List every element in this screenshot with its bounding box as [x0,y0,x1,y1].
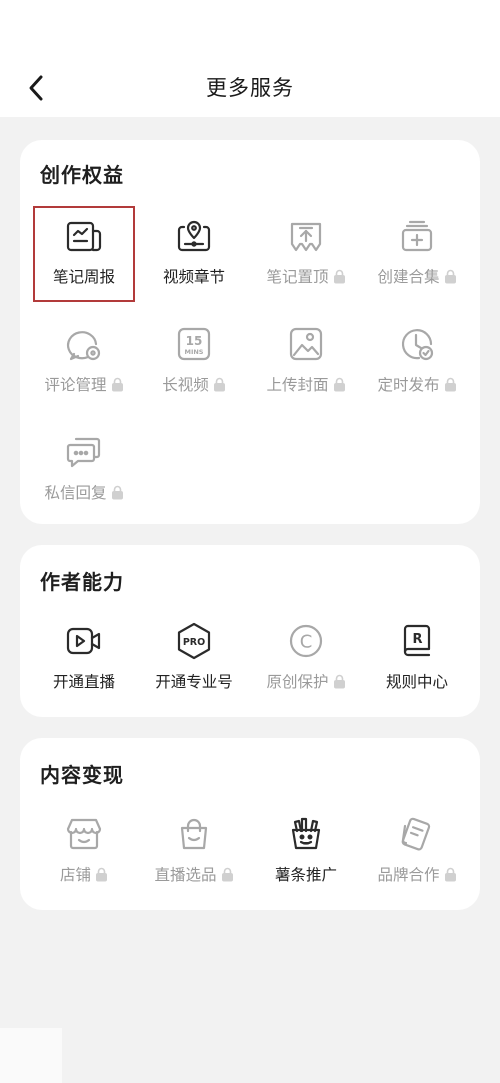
lock-icon [333,674,345,688]
corner-overlay [0,1028,62,1083]
section-title: 内容变现 [40,763,124,787]
service-label: 长视频 [162,376,209,394]
long-video-icon: 15 MINS [174,324,214,364]
service-create-collection[interactable]: 创建合集 [361,208,473,300]
lock-icon [111,377,123,391]
pro-text: PRO [183,637,205,648]
copyright-letter: C [300,632,313,653]
service-label: 评论管理 [44,376,107,394]
service-label: 薯条推广 [274,866,337,884]
mins-unit: MINS [184,348,203,356]
service-label: 定时发布 [377,376,440,394]
service-label: 创建合集 [377,268,440,286]
service-label: 开通直播 [52,673,115,691]
service-weekly-report[interactable]: 笔记周报 [28,208,140,300]
weekly-report-icon [64,216,104,256]
rules-center-icon: R [397,621,437,661]
lock-icon [221,867,233,881]
lock-icon [333,269,345,283]
service-label: 原创保护 [266,673,329,691]
top-bar: 更多服务 [0,0,500,117]
service-live-stream[interactable]: 开通直播 [28,613,140,705]
page-title: 更多服务 [206,76,294,100]
service-label: 笔记置顶 [266,268,329,286]
video-chapter-icon [174,216,214,256]
lock-icon [444,377,456,391]
service-label: 视频章节 [162,268,225,286]
service-store[interactable]: 店铺 [28,806,140,898]
upload-cover-icon [286,324,326,364]
service-scheduled-publish[interactable]: 定时发布 [361,316,473,408]
service-pin-top[interactable]: 笔记置顶 [250,208,362,300]
service-label: 店铺 [59,866,91,884]
brand-cooperation-icon [397,814,437,854]
service-label: 笔记周报 [52,268,115,286]
service-fries-promote[interactable]: 薯条推广 [250,806,362,898]
scheduled-publish-icon [397,324,437,364]
service-label: 上传封面 [266,376,329,394]
service-comment-manage[interactable]: 评论管理 [28,316,140,408]
lock-icon [213,377,225,391]
message-reply-icon [64,432,104,472]
service-label: 开通专业号 [155,673,233,691]
service-brand-cooperation[interactable]: 品牌合作 [361,806,473,898]
section-title: 创作权益 [40,163,124,187]
lock-icon [333,377,345,391]
fries-promote-icon [286,814,326,854]
service-live-selection[interactable]: 直播选品 [138,806,250,898]
collection-add-icon [397,216,437,256]
service-video-chapter[interactable]: 视频章节 [138,208,250,300]
lock-icon [444,867,456,881]
service-copyright[interactable]: C 原创保护 [250,613,362,705]
pro-account-icon: PRO [174,621,214,661]
shopping-bag-icon [174,814,214,854]
lock-icon [96,867,107,881]
pin-top-icon [286,216,326,256]
store-icon [64,814,104,854]
service-label: 直播选品 [154,866,217,884]
lock-icon [111,485,123,499]
service-label: 品牌合作 [377,866,440,884]
lock-icon [444,269,456,283]
copyright-icon: C [286,621,326,661]
section-title: 作者能力 [40,570,124,594]
service-label: 私信回复 [44,484,107,502]
comment-manage-icon [64,324,104,364]
service-upload-cover[interactable]: 上传封面 [250,316,362,408]
service-rules-center[interactable]: R 规则中心 [361,613,473,705]
live-stream-icon [64,621,104,661]
service-pro-account[interactable]: PRO 开通专业号 [138,613,250,705]
mins-number: 15 [186,334,203,348]
rules-letter: R [412,632,422,647]
service-label: 规则中心 [385,673,448,691]
service-long-video[interactable]: 15 MINS 长视频 [138,316,250,408]
service-message-reply[interactable]: 私信回复 [28,424,140,516]
